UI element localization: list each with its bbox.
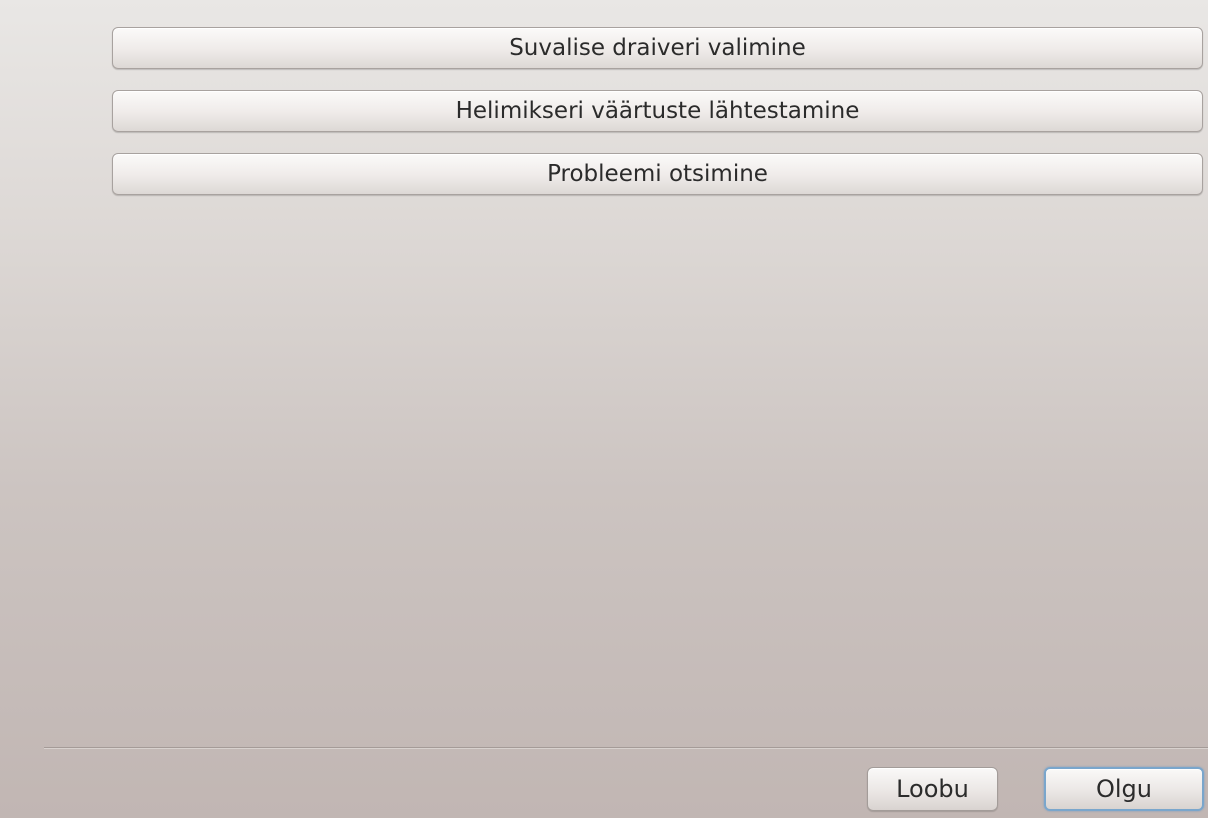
action-list: Suvalise draiveri valimine Helimikseri v… [112,27,1203,216]
choose-driver-button[interactable]: Suvalise draiveri valimine [112,27,1203,69]
cancel-button[interactable]: Loobu [867,767,998,811]
troubleshoot-button[interactable]: Probleemi otsimine [112,153,1203,195]
reset-mixer-button[interactable]: Helimikseri väärtuste lähtestamine [112,90,1203,132]
ok-button[interactable]: Olgu [1044,767,1204,811]
footer-separator [44,747,1208,749]
